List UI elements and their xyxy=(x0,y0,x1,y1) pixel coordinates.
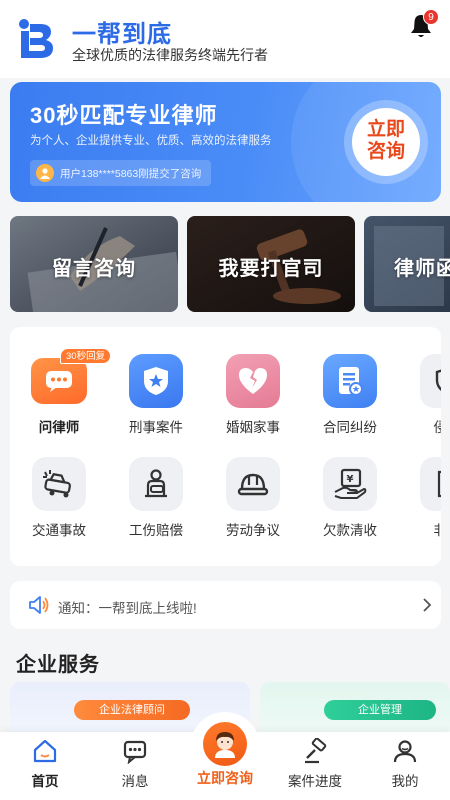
nav-label: 案件进度 xyxy=(288,774,342,789)
card-lawyer-letter[interactable]: 律师函 xyxy=(364,216,450,312)
card-label: 律师函 xyxy=(394,258,450,280)
home-icon xyxy=(33,739,57,763)
consult-button-line2: 咨询 xyxy=(366,141,405,162)
service-infringement[interactable]: 权 侵权 xyxy=(402,354,441,454)
hero-live-notice: 用户138****5863刚提交了咨询 xyxy=(30,160,212,186)
user-icon xyxy=(393,740,417,763)
car-crash-icon xyxy=(32,457,86,511)
nav-home[interactable]: 首页 xyxy=(0,738,90,794)
service-label: 交通事故 xyxy=(32,523,86,538)
app-slogan: 全球优质的法律服务终端先行者 xyxy=(72,47,268,63)
lawyer-avatar-icon xyxy=(215,732,235,758)
nav-label: 首页 xyxy=(31,774,59,789)
consult-button-line1: 立即 xyxy=(366,119,405,140)
hero-notice-text: 用户138****5863刚提交了咨询 xyxy=(60,167,202,180)
broken-heart-icon xyxy=(226,354,280,408)
service-label: 合同纠纷 xyxy=(323,420,377,435)
service-grid: 30秒回复 问律师 刑事案件 婚姻家事 合同纠纷 权 侵权 交通事故 xyxy=(10,327,441,566)
reply-time-badge: 30秒回复 xyxy=(60,348,112,364)
service-label: 刑事案件 xyxy=(129,420,183,435)
hero-title: 30秒匹配专业律师 xyxy=(30,103,218,128)
service-ask-lawyer[interactable]: 30秒回复 问律师 xyxy=(14,348,112,454)
nav-profile[interactable]: 我的 xyxy=(360,738,450,794)
svg-text:¥: ¥ xyxy=(347,474,354,485)
message-icon xyxy=(123,740,147,764)
contract-icon xyxy=(323,354,377,408)
notice-bar[interactable]: 通知：一帮到底上线啦! xyxy=(10,581,441,629)
service-criminal-case[interactable]: 刑事案件 xyxy=(111,354,201,454)
service-label: 侵权 xyxy=(433,420,442,435)
nav-messages[interactable]: 消息 xyxy=(90,738,180,794)
hero-subtitle: 为个人、企业提供专业、优质、高效的法律服务 xyxy=(30,135,272,147)
service-label: 欠款清收 xyxy=(323,523,377,538)
service-label: 婚姻家事 xyxy=(226,420,280,435)
service-non-litigation[interactable]: 非讼 xyxy=(402,457,441,557)
notification-badge: 9 xyxy=(423,9,439,25)
nav-label: 消息 xyxy=(121,774,149,789)
service-label: 问律师 xyxy=(38,420,80,435)
nav-consult-button[interactable] xyxy=(203,722,247,766)
card-file-lawsuit[interactable]: 我要打官司 xyxy=(187,216,355,312)
user-avatar-icon xyxy=(36,164,54,182)
service-label: 非讼 xyxy=(433,523,442,538)
infringement-icon: 权 xyxy=(420,354,441,408)
nav-consult-label[interactable]: 立即咨询 xyxy=(180,768,270,788)
enterprise-tag: 企业法律顾问 xyxy=(74,700,190,720)
card-label: 我要打官司 xyxy=(218,258,324,280)
notice-text: 通知：一帮到底上线啦! xyxy=(58,601,197,616)
service-label: 工伤赔偿 xyxy=(129,523,183,538)
injured-worker-icon xyxy=(129,457,183,511)
card-label: 留言咨询 xyxy=(52,258,136,280)
service-debt-collection[interactable]: ¥ 欠款清收 xyxy=(305,457,395,557)
service-labor-dispute[interactable]: 劳动争议 xyxy=(208,457,298,557)
consult-now-button[interactable]: 立即 咨询 xyxy=(352,108,420,176)
shield-star-icon xyxy=(129,354,183,408)
category-cards: 留言咨询 我要打官司 律师函 xyxy=(10,216,450,312)
money-hand-icon: ¥ xyxy=(323,457,377,511)
app-name: 一帮到底 xyxy=(72,21,172,48)
nav-label: 我的 xyxy=(391,774,419,789)
hero-banner[interactable]: 30秒匹配专业律师 为个人、企业提供专业、优质、高效的法律服务 用户138***… xyxy=(10,82,441,202)
service-work-injury[interactable]: 工伤赔偿 xyxy=(111,457,201,557)
app-logo-icon xyxy=(19,19,53,58)
speaker-icon xyxy=(29,596,49,614)
gavel-icon xyxy=(305,738,327,764)
card-message-consult[interactable]: 留言咨询 xyxy=(10,216,178,312)
app-header: 一帮到底 全球优质的法律服务终端先行者 9 xyxy=(0,0,450,78)
enterprise-tag: 企业管理 xyxy=(324,700,436,720)
service-marriage-family[interactable]: 婚姻家事 xyxy=(208,354,298,454)
service-traffic-accident[interactable]: 交通事故 xyxy=(14,457,104,557)
nav-case-progress[interactable]: 案件进度 xyxy=(270,738,360,794)
hard-hat-icon xyxy=(226,457,280,511)
service-label: 劳动争议 xyxy=(226,523,280,538)
chevron-right-icon xyxy=(423,598,432,612)
section-title-enterprise: 企业服务 xyxy=(16,654,100,676)
service-contract-dispute[interactable]: 合同纠纷 xyxy=(305,354,395,454)
document-icon xyxy=(420,457,441,511)
